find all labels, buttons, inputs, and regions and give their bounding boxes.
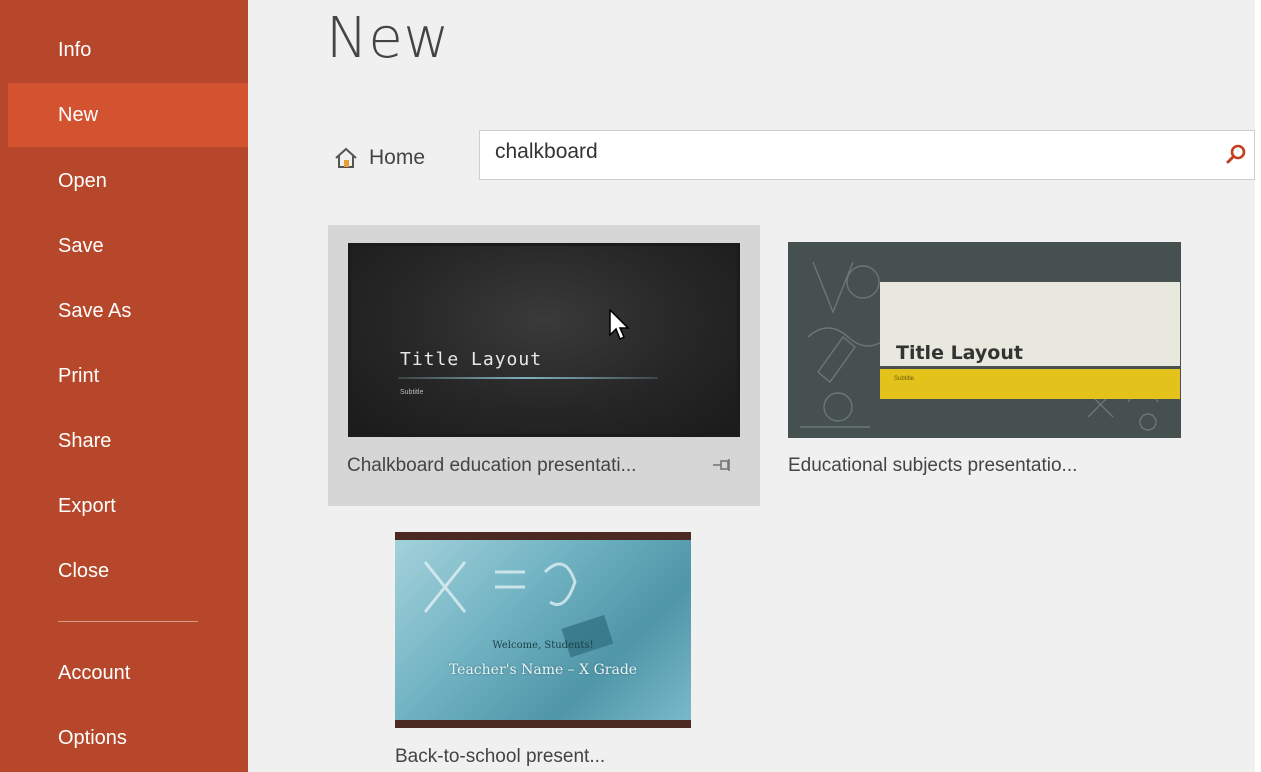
chalk-doodle	[423, 561, 614, 658]
template-thumbnail: Title Layout Subtitle	[788, 242, 1181, 438]
nav-item-info[interactable]: Info	[8, 18, 248, 82]
preview-bottom-band	[395, 720, 691, 728]
template-thumbnail: Title Layout Subtitle	[348, 243, 740, 437]
nav-item-options[interactable]: Options	[8, 706, 248, 770]
nav-item-save-as[interactable]: Save As	[8, 279, 248, 343]
main-panel: New Home Title Layout Subtitle Chalkboar…	[248, 0, 1255, 772]
search-box[interactable]	[479, 130, 1255, 180]
preview-subtitle: Subtitle	[894, 376, 915, 382]
template-name: Educational subjects presentatio...	[788, 455, 1078, 476]
page-title: New	[326, 6, 450, 71]
search-input[interactable]	[480, 130, 1195, 180]
preview-underline	[398, 377, 658, 379]
template-tile-back-to-school[interactable]: Welcome, Students! Teacher's Name – X Gr…	[395, 532, 725, 772]
backstage-sidebar: Info New Open Save Save As Print Share E…	[0, 0, 248, 772]
window-edge	[1255, 0, 1261, 772]
template-tile-educational-subjects[interactable]: Title Layout Subtitle Educational subjec…	[788, 242, 1188, 492]
nav-item-close[interactable]: Close	[8, 539, 248, 603]
template-thumbnail: Welcome, Students! Teacher's Name – X Gr…	[395, 532, 691, 728]
nav-item-save[interactable]: Save	[8, 214, 248, 278]
preview-title: Title Layout	[896, 342, 1023, 364]
mouse-cursor-icon	[609, 308, 633, 348]
nav-item-print[interactable]: Print	[8, 344, 248, 408]
nav-item-account[interactable]: Account	[8, 641, 248, 705]
template-name: Chalkboard education presentati...	[347, 455, 637, 476]
nav-item-share[interactable]: Share	[8, 409, 248, 473]
home-icon	[333, 146, 359, 170]
pin-icon[interactable]	[712, 457, 732, 478]
preview-subtitle: Teacher's Name – X Grade	[448, 662, 638, 678]
template-name: Back-to-school present...	[395, 746, 606, 767]
nav-item-new[interactable]: New	[8, 83, 248, 147]
template-tile-chalkboard[interactable]: Title Layout Subtitle Chalkboard educati…	[328, 225, 760, 506]
search-icon[interactable]	[1224, 143, 1248, 172]
home-label: Home	[369, 146, 426, 169]
nav-item-export[interactable]: Export	[8, 474, 248, 538]
preview-subtitle-bar	[880, 369, 1180, 399]
home-link[interactable]: Home	[333, 142, 425, 174]
preview-title: Title Layout	[400, 349, 543, 370]
preview-title: Welcome, Students!	[492, 640, 594, 651]
nav-divider	[58, 621, 198, 622]
nav-item-open[interactable]: Open	[8, 149, 248, 213]
preview-subtitle: Subtitle	[400, 389, 424, 396]
